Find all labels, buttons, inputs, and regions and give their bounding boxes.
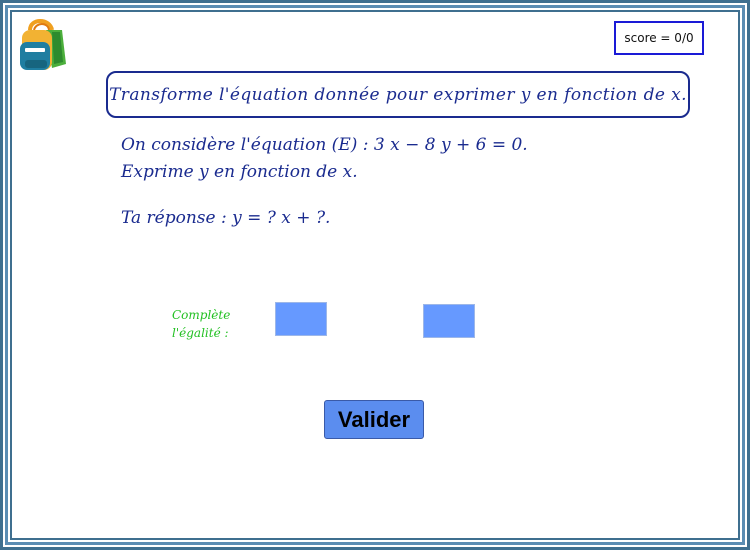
score-display: score = 0/0 bbox=[614, 21, 704, 55]
equation-statement: On considère l'équation (E) : 3 x − 8 y … bbox=[121, 135, 528, 155]
constant-input[interactable] bbox=[423, 304, 475, 338]
coefficient-input[interactable] bbox=[275, 302, 327, 336]
complete-equality-label: Complète l'égalité : bbox=[172, 306, 230, 342]
complete-label-line1: Complète bbox=[172, 308, 231, 322]
validate-button[interactable]: Valider bbox=[324, 400, 424, 439]
instruction-banner: Transforme l'équation donnée pour exprim… bbox=[106, 71, 690, 118]
complete-label-line2: l'égalité : bbox=[172, 326, 229, 340]
backpack-icon bbox=[20, 19, 66, 70]
task-statement: Exprime y en fonction de x. bbox=[121, 162, 358, 182]
answer-prompt: Ta réponse : y = ? x + ?. bbox=[121, 208, 331, 228]
